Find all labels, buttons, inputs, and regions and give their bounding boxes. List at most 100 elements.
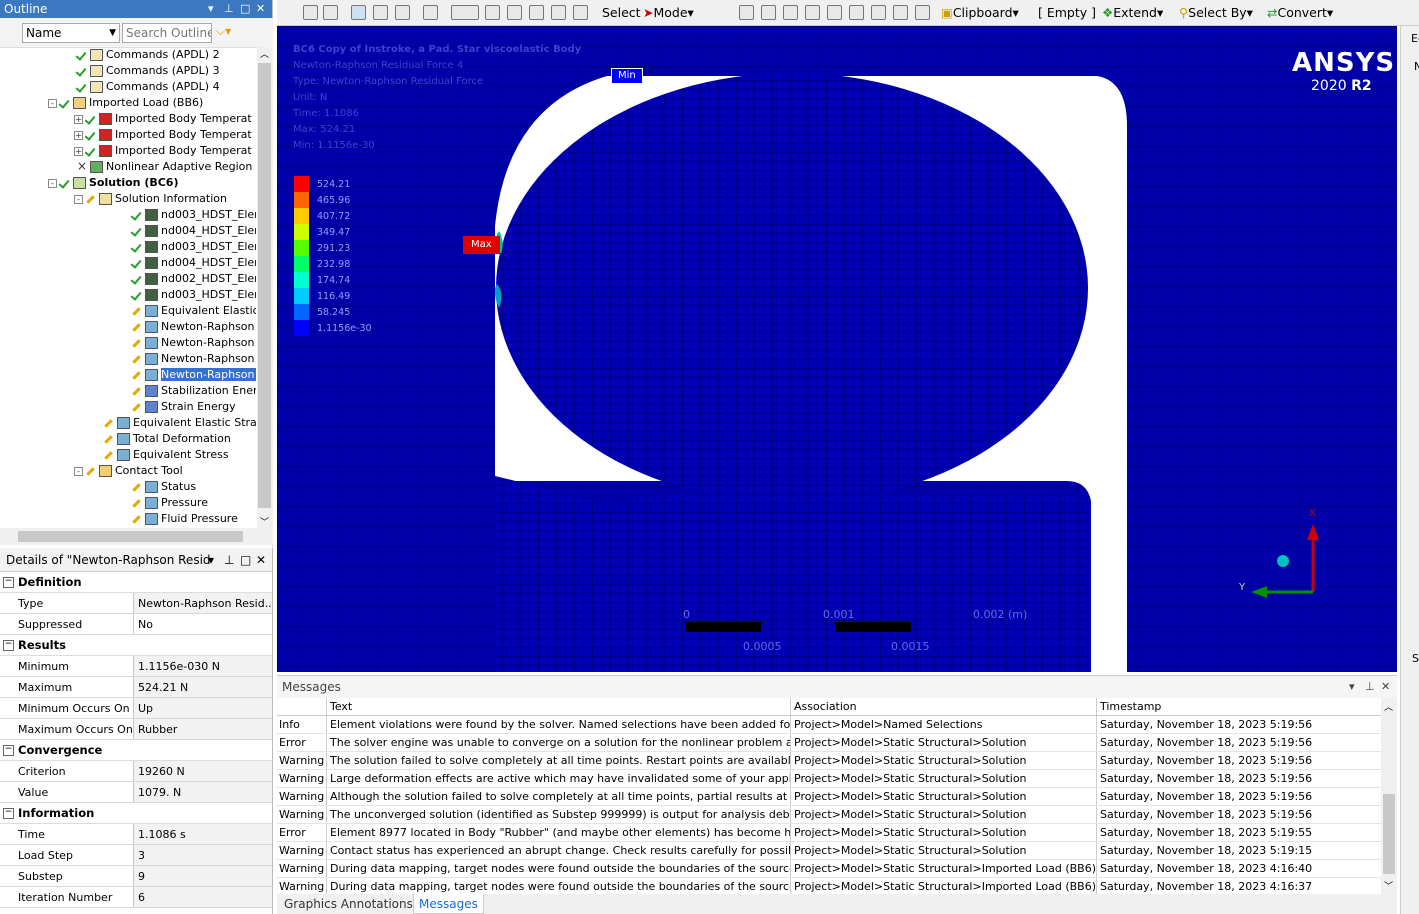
- empty-selection-button[interactable]: [ Empty ]: [1038, 4, 1096, 22]
- tree-node[interactable]: Newton-Raphson R: [132, 319, 256, 335]
- message-row[interactable]: Warning Contact status has experienced an…: [277, 842, 1397, 860]
- body-select-icon[interactable]: [351, 5, 366, 20]
- collapse-icon[interactable]: -: [48, 178, 57, 188]
- messages-scroll-thumb[interactable]: [1383, 794, 1395, 874]
- tree-node[interactable]: - Imported Load (BB6): [48, 95, 203, 111]
- zoom-in-icon[interactable]: [529, 5, 544, 20]
- filter-select[interactable]: Name ▼: [22, 23, 120, 43]
- prop-max-occurs-on[interactable]: Maximum Occurs On Rubber: [0, 719, 272, 740]
- tree-node[interactable]: Newton-Raphson R: [132, 351, 256, 367]
- column-text[interactable]: Text: [327, 698, 791, 715]
- prop-time[interactable]: Time 1.1086 s: [0, 824, 272, 845]
- tree-node[interactable]: Strain Energy: [132, 399, 236, 415]
- select-tool-icon[interactable]: [783, 5, 798, 20]
- rotate-icon[interactable]: [451, 5, 479, 20]
- column-type[interactable]: [277, 698, 327, 715]
- select-tool-icon[interactable]: [827, 5, 842, 20]
- tree-node[interactable]: - Contact Tool: [74, 463, 183, 479]
- convert-button[interactable]: ⇄Convert▾: [1267, 4, 1333, 22]
- scroll-down-icon[interactable]: ﹀: [260, 515, 269, 528]
- tree-node[interactable]: nd003_HDST_Eleme: [132, 207, 256, 223]
- prop-value[interactable]: No: [134, 614, 272, 634]
- right-pane-label[interactable]: N: [1414, 60, 1419, 73]
- pin-icon[interactable]: ⊥: [1365, 676, 1375, 698]
- pin-icon[interactable]: ⊥: [224, 0, 234, 18]
- prop-minimum[interactable]: Minimum 1.1156e-030 N: [0, 656, 272, 677]
- face-select-icon[interactable]: [373, 5, 388, 20]
- maximize-icon[interactable]: □: [240, 548, 251, 572]
- edge-select-icon[interactable]: [395, 5, 410, 20]
- tree-node[interactable]: + Imported Body Temperat: [74, 127, 252, 143]
- tree-node[interactable]: Total Deformation: [104, 431, 231, 447]
- close-icon[interactable]: ✕: [1381, 676, 1390, 698]
- tree-node[interactable]: Pressure: [132, 495, 208, 511]
- select-by-button[interactable]: ⚲Select By▾: [1179, 4, 1253, 22]
- mode-button[interactable]: ➤Mode▾: [643, 4, 694, 22]
- tree-node[interactable]: Equivalent Elastic S: [132, 303, 256, 319]
- tree-node[interactable]: Newton-Raphson R: [132, 335, 256, 351]
- tree-node[interactable]: - Solution (BC6): [48, 175, 179, 191]
- zoom-out-icon[interactable]: [551, 5, 566, 20]
- tree-node[interactable]: Commands (APDL) 2: [77, 47, 220, 63]
- tree-node[interactable]: Fluid Pressure: [132, 511, 238, 527]
- select-tool-icon[interactable]: [893, 5, 908, 20]
- prop-load-step[interactable]: Load Step 3: [0, 845, 272, 866]
- column-association[interactable]: Association: [791, 698, 1097, 715]
- zoom-icon[interactable]: [507, 5, 522, 20]
- collapse-icon[interactable]: -: [74, 466, 83, 476]
- filter-funnel-icon[interactable]: ⌵▾: [216, 24, 231, 39]
- select-tool-icon[interactable]: [849, 5, 864, 20]
- select-tool-icon[interactable]: [739, 5, 754, 20]
- prop-maximum[interactable]: Maximum 524.21 N: [0, 677, 272, 698]
- collapse-icon[interactable]: -: [74, 194, 83, 204]
- message-row[interactable]: Warning The unconverged solution (identif…: [277, 806, 1397, 824]
- zoom-box-icon[interactable]: [323, 5, 338, 20]
- select-tool-icon[interactable]: [915, 5, 930, 20]
- message-row[interactable]: Error Element 8977 located in Body "Rubbe…: [277, 824, 1397, 842]
- group-results[interactable]: Results: [0, 635, 272, 656]
- min-probe-label[interactable]: Min: [611, 68, 643, 84]
- group-information[interactable]: Information: [0, 803, 272, 824]
- prop-suppressed[interactable]: Suppressed No: [0, 614, 272, 635]
- prop-min-occurs-on[interactable]: Minimum Occurs On Up: [0, 698, 272, 719]
- dropdown-icon[interactable]: ▾: [1349, 676, 1355, 698]
- prop-value[interactable]: Value 1079. N: [0, 782, 272, 803]
- prop-substep[interactable]: Substep 9: [0, 866, 272, 887]
- expand-icon[interactable]: +: [74, 130, 83, 140]
- message-row[interactable]: Warning Large deformation effects are act…: [277, 770, 1397, 788]
- graphics-viewport[interactable]: BC6 Copy of Instroke, a Pad. Star viscoe…: [277, 26, 1397, 672]
- prop-iteration-number[interactable]: Iteration Number 6: [0, 887, 272, 908]
- tree-node[interactable]: Equivalent Stress: [104, 447, 229, 463]
- message-row[interactable]: Info Element violations were found by the…: [277, 716, 1397, 734]
- max-probe-label[interactable]: Max: [463, 236, 500, 254]
- pan-icon[interactable]: [485, 5, 500, 20]
- tree-node[interactable]: Newton-Raphson R: [132, 367, 256, 383]
- tree-node[interactable]: Stabilization Energy: [132, 383, 256, 399]
- tree-node[interactable]: + Imported Body Temperat: [74, 111, 252, 127]
- collapse-icon[interactable]: -: [48, 98, 57, 108]
- prop-type[interactable]: Type Newton-Raphson Resid...: [0, 593, 272, 614]
- message-row[interactable]: Warning The solution failed to solve comp…: [277, 752, 1397, 770]
- column-timestamp[interactable]: Timestamp: [1097, 698, 1315, 715]
- expand-icon[interactable]: +: [74, 146, 83, 156]
- tree-node[interactable]: nd004_HDST_Eleme: [132, 223, 256, 239]
- tree-node[interactable]: - Solution Information: [74, 191, 227, 207]
- zoom-fit-icon[interactable]: [303, 5, 318, 20]
- tree-node[interactable]: Commands (APDL) 3: [77, 63, 220, 79]
- message-row[interactable]: Warning Although the solution failed to s…: [277, 788, 1397, 806]
- tree-horizontal-scrollbar[interactable]: [0, 528, 273, 545]
- group-convergence[interactable]: Convergence: [0, 740, 272, 761]
- select-tool-icon[interactable]: [761, 5, 776, 20]
- tree-node[interactable]: nd004_HDST_Eleme: [132, 255, 256, 271]
- message-row[interactable]: Error The solver engine was unable to con…: [277, 734, 1397, 752]
- close-icon[interactable]: ✕: [256, 548, 266, 572]
- scroll-up-icon[interactable]: ︿: [1384, 700, 1393, 713]
- tab-messages[interactable]: Messages: [413, 894, 484, 914]
- tree-vertical-scrollbar[interactable]: ︿ ﹀: [257, 47, 273, 528]
- dropdown-icon[interactable]: ▾: [208, 0, 214, 18]
- tree-node[interactable]: + Imported Body Temperat: [74, 143, 252, 159]
- maximize-icon[interactable]: □: [240, 0, 250, 18]
- extend-button[interactable]: ❖Extend▾: [1102, 4, 1163, 22]
- messages-scrollbar[interactable]: ︿ ﹀: [1381, 698, 1397, 894]
- clipboard-button[interactable]: ▣Clipboard▾: [941, 4, 1019, 22]
